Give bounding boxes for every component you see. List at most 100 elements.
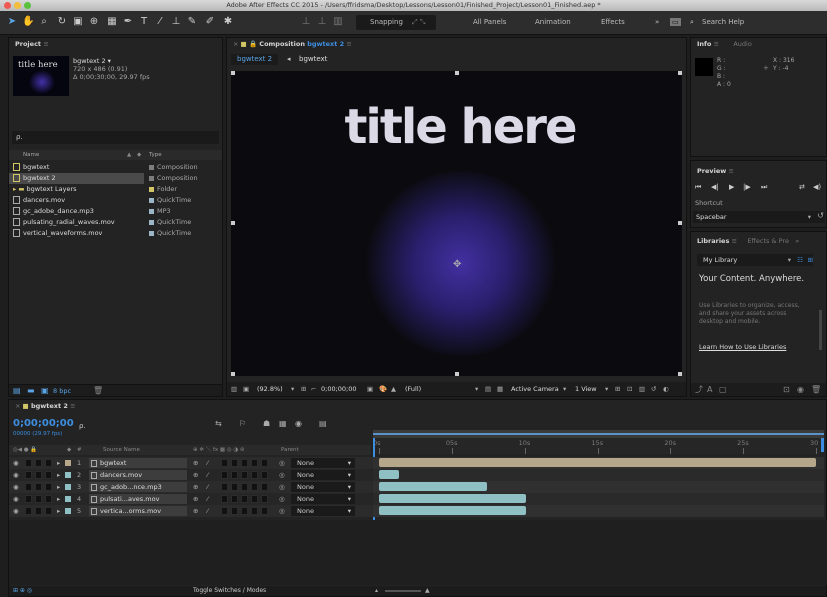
layer-switch-cell[interactable]: [45, 507, 52, 515]
layer-switch-cell[interactable]: [221, 507, 228, 515]
tab-effects-presets[interactable]: Effects & Pre: [747, 237, 789, 245]
roto-brush-tool-icon[interactable]: ✐: [204, 16, 216, 28]
grid-view-icon[interactable]: ⊞: [808, 254, 813, 266]
layer-duration-bar[interactable]: [379, 458, 816, 467]
layer-switch-cell[interactable]: [251, 471, 258, 479]
3d-draft-icon[interactable]: ⊡: [627, 382, 632, 396]
motion-blur-icon[interactable]: ◉: [295, 419, 302, 428]
layer-handle[interactable]: [678, 71, 682, 75]
expand-layer-icon[interactable]: ▸: [57, 469, 60, 481]
parent-pickwhip-icon[interactable]: ◎: [279, 493, 285, 505]
last-frame-icon[interactable]: ⏭: [761, 183, 767, 192]
tab-comp-bgwtext[interactable]: bgwtext: [299, 54, 327, 65]
layer-switch-cell[interactable]: [25, 471, 32, 479]
library-select[interactable]: My Library ▾ ☷ ⊞: [697, 254, 813, 266]
loop-icon[interactable]: ⇄: [799, 183, 805, 191]
expand-layer-icon[interactable]: ▸: [57, 457, 60, 469]
layer-label-color[interactable]: [65, 472, 71, 478]
sort-chevron-icon[interactable]: ▲: [127, 150, 131, 160]
visibility-eye-icon[interactable]: ◉: [13, 493, 19, 505]
shy-switch-icon[interactable]: ⊕: [193, 505, 198, 517]
layer-duration-bar[interactable]: [379, 470, 400, 479]
composition-viewer[interactable]: title here ✥: [231, 71, 682, 376]
quality-switch-icon[interactable]: ⁄: [207, 457, 208, 469]
channel-icon[interactable]: 🎨: [379, 382, 387, 396]
rgb-icon[interactable]: ▲: [391, 382, 396, 396]
parent-select[interactable]: None ▾: [291, 470, 355, 480]
world-axis-icon[interactable]: ⊥: [316, 16, 328, 28]
layer-switch-cell[interactable]: [25, 483, 32, 491]
always-preview-icon[interactable]: ▥: [231, 382, 237, 396]
region-of-interest-icon[interactable]: ⌐: [311, 382, 316, 396]
timeline-timecode[interactable]: 0;00;00;00: [13, 418, 74, 429]
eraser-tool-icon[interactable]: ✎: [186, 16, 198, 28]
layer-source-name[interactable]: gc_adob...nce.mp3: [89, 482, 187, 492]
parent-pickwhip-icon[interactable]: ◎: [279, 469, 285, 481]
resolution-select[interactable]: (Full): [405, 382, 421, 396]
parent-select[interactable]: None ▾: [291, 494, 355, 504]
axis-mode-icon[interactable]: ⊥: [300, 16, 312, 28]
type-tool-icon[interactable]: T: [138, 16, 150, 28]
comp-mini-flowchart-icon[interactable]: ⇆: [215, 419, 222, 428]
time-ruler[interactable]: 0s 05s 10s 15s 20s 25s 30: [373, 438, 824, 454]
label-color-swatch[interactable]: [149, 186, 154, 192]
layer-switch-cell[interactable]: [25, 507, 32, 515]
visibility-eye-icon[interactable]: ◉: [13, 481, 19, 493]
layer-switch-cell[interactable]: [261, 459, 268, 467]
layer-handle[interactable]: [678, 221, 682, 225]
pan-behind-tool-icon[interactable]: ⊕: [88, 16, 100, 28]
clone-stamp-tool-icon[interactable]: ⊥: [170, 16, 182, 28]
next-frame-icon[interactable]: |▶: [743, 183, 751, 191]
expand-layer-icon[interactable]: ▸: [57, 493, 60, 505]
layer-switch-cell[interactable]: [261, 495, 268, 503]
layer-switch-cell[interactable]: [45, 483, 52, 491]
bit-depth-label[interactable]: 8 bpc: [53, 387, 71, 395]
layer-switch-cell[interactable]: [231, 471, 238, 479]
grid-icon[interactable]: ⊞: [301, 382, 306, 396]
label-color-swatch[interactable]: [149, 219, 154, 225]
expand-layer-icon[interactable]: ▸: [57, 481, 60, 493]
toggle-mask-icon[interactable]: ▣: [243, 382, 249, 396]
layer-duration-bar[interactable]: [379, 482, 487, 491]
stock-icon[interactable]: ⊡: [783, 383, 790, 396]
column-name[interactable]: Name: [23, 150, 39, 160]
close-window-button[interactable]: [4, 2, 11, 9]
layer-handle[interactable]: [455, 372, 459, 376]
project-item[interactable]: vertical_waveforms.mov QuickTime: [9, 228, 222, 239]
layer-switch-cell[interactable]: [45, 495, 52, 503]
layer-switch-cell[interactable]: [35, 459, 42, 467]
layer-handle[interactable]: [231, 372, 235, 376]
layer-switch-cell[interactable]: [251, 459, 258, 467]
tab-audio[interactable]: Audio: [733, 40, 751, 48]
visibility-eye-icon[interactable]: ◉: [13, 505, 19, 517]
layer-switches-icon[interactable]: ⊞ ⊕ ◎: [13, 586, 32, 596]
view-layout-select[interactable]: 1 View: [575, 382, 597, 396]
layer-switch-cell[interactable]: [261, 471, 268, 479]
trash-icon[interactable]: 🗑: [93, 386, 103, 395]
tab-comp-bgwtext-2[interactable]: bgwtext 2: [231, 54, 279, 65]
layer-label-color[interactable]: [65, 460, 71, 466]
column-source-name[interactable]: Source Name: [103, 445, 140, 455]
layer-row[interactable]: ◉ ▸ 1 bgwtext ⊕ ⁄ ◎ None ▾: [9, 457, 381, 469]
layer-switch-cell[interactable]: [221, 459, 228, 467]
list-view-icon[interactable]: ☷: [797, 254, 803, 266]
label-color-swatch[interactable]: [149, 164, 154, 170]
panel-overflow-icon[interactable]: »: [795, 237, 799, 245]
draft-3d-icon[interactable]: ⚐: [239, 419, 246, 428]
quality-switch-icon[interactable]: ⁄: [207, 505, 208, 517]
anchor-point-icon[interactable]: ✥: [453, 259, 461, 270]
toggle-pixel-aspect-icon[interactable]: ⊞: [615, 382, 620, 396]
parent-select[interactable]: None ▾: [291, 482, 355, 492]
trash-icon[interactable]: 🗑: [811, 383, 821, 396]
layer-switch-cell[interactable]: [241, 495, 248, 503]
layer-source-name[interactable]: pulsati...aves.mov: [89, 494, 187, 504]
view-axis-icon[interactable]: ▥: [332, 16, 344, 28]
layer-label-color[interactable]: [65, 496, 71, 502]
workspace-all-panels[interactable]: All Panels: [473, 18, 506, 26]
layer-row[interactable]: ◉ ▸ 5 vertica...orms.mov ⊕ ⁄ ◎ None ▾: [9, 505, 381, 517]
layer-handle[interactable]: [231, 221, 235, 225]
project-item[interactable]: bgwtext 2 Composition: [9, 173, 198, 184]
first-frame-icon[interactable]: ⏮: [695, 183, 701, 192]
fast-preview-icon[interactable]: ▤: [485, 382, 491, 396]
exposure-icon[interactable]: ◐: [663, 382, 669, 396]
